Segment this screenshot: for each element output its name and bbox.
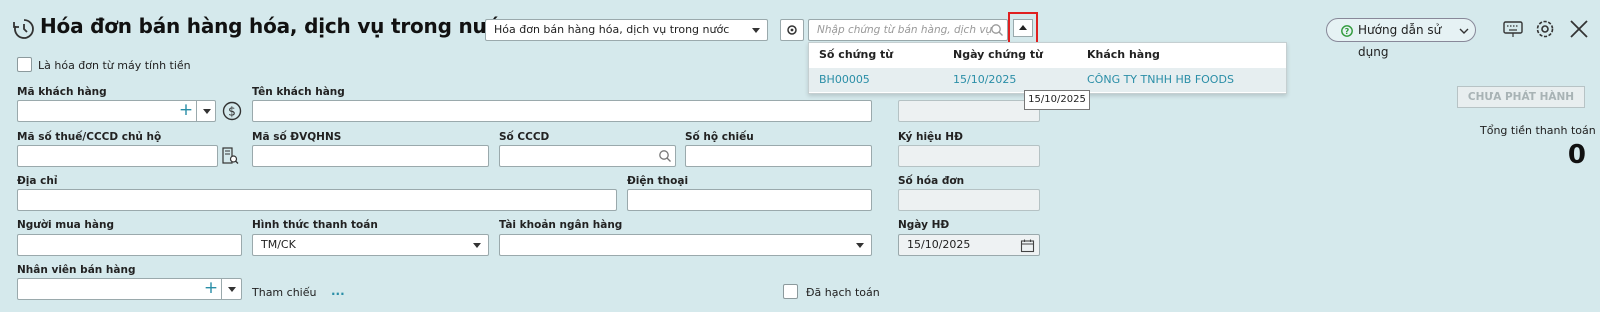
invoice-template-field bbox=[898, 100, 1040, 122]
voucher-dropdown-panel: Số chứng từ Ngày chứng từ Khách hàng BH0… bbox=[808, 42, 1287, 94]
chevron-down-icon bbox=[1459, 28, 1469, 34]
doc-date-cell: 15/10/2025 bbox=[953, 73, 1017, 86]
keyboard-icon[interactable] bbox=[1502, 19, 1524, 39]
dropdown-toggle-highlight[interactable] bbox=[1008, 12, 1038, 44]
reference-label: Tham chiếu bbox=[252, 286, 317, 299]
total-value: 0 bbox=[1567, 140, 1586, 170]
phone-label: Điện thoại bbox=[627, 175, 689, 187]
column-header-doc-no: Số chứng từ bbox=[819, 48, 894, 61]
invoice-date-label: Ngày HĐ bbox=[898, 219, 950, 231]
invoice-type-value: Hóa đơn bán hàng hóa, dịch vụ trong nước bbox=[494, 23, 730, 36]
tax-code-label: Mã số thuế/CCCD chủ hộ bbox=[17, 131, 162, 143]
search-placeholder: Nhập chứng từ bán hàng, dịch vụ bbox=[817, 24, 993, 36]
address-label: Địa chỉ bbox=[17, 175, 58, 187]
svg-text:?: ? bbox=[1345, 27, 1350, 36]
budget-code-label: Mã số ĐVQHNS bbox=[252, 131, 342, 143]
question-icon: ? bbox=[1341, 25, 1353, 37]
add-customer-icon[interactable]: + bbox=[176, 100, 196, 122]
invoice-number-label: Số hóa đơn bbox=[898, 175, 965, 187]
customer-code-label: Mã khách hàng bbox=[17, 86, 107, 98]
chevron-down-icon bbox=[752, 28, 760, 33]
bank-account-label: Tài khoản ngân hàng bbox=[499, 219, 623, 231]
history-icon[interactable] bbox=[12, 17, 36, 41]
search-settings-button[interactable] bbox=[780, 19, 804, 41]
payment-method-select[interactable]: TM/CK bbox=[252, 234, 489, 256]
caret-up-icon bbox=[1019, 25, 1027, 30]
customer-name-input[interactable] bbox=[252, 100, 872, 122]
invoice-date-value: 15/10/2025 bbox=[907, 238, 971, 251]
tax-code-input[interactable] bbox=[17, 145, 218, 167]
voucher-search-input[interactable]: Nhập chứng từ bán hàng, dịch vụ bbox=[808, 19, 1008, 41]
help-label: Hướng dẫn sử dụng bbox=[1358, 23, 1442, 59]
bank-account-select[interactable] bbox=[499, 234, 872, 256]
dollar-icon[interactable]: $ bbox=[222, 101, 242, 121]
gear-icon bbox=[787, 25, 797, 35]
search-icon[interactable] bbox=[658, 149, 672, 163]
table-row[interactable]: BH00005 15/10/2025 CÔNG TY TNHH HB FOODS bbox=[809, 68, 1286, 92]
payment-method-label: Hình thức thanh toán bbox=[252, 219, 378, 231]
invoice-symbol-field bbox=[898, 145, 1040, 167]
svg-text:$: $ bbox=[228, 105, 236, 119]
invoice-symbol-label: Ký hiệu HĐ bbox=[898, 131, 963, 143]
column-header-customer: Khách hàng bbox=[1087, 48, 1160, 61]
chevron-down-icon bbox=[856, 243, 864, 248]
tax-lookup-icon[interactable] bbox=[221, 146, 239, 166]
cash-register-label: Là hóa đơn từ máy tính tiền bbox=[38, 59, 191, 72]
page-title: Hóa đơn bán hàng hóa, dịch vụ trong nước bbox=[40, 14, 512, 38]
invoice-date-input[interactable]: 15/10/2025 bbox=[898, 234, 1040, 256]
customer-code-dropdown[interactable] bbox=[196, 100, 216, 122]
add-salesperson-icon[interactable]: + bbox=[201, 278, 221, 300]
status-badge: CHƯA PHÁT HÀNH bbox=[1457, 86, 1585, 108]
search-icon[interactable] bbox=[990, 23, 1004, 37]
budget-code-input[interactable] bbox=[252, 145, 489, 167]
id-no-label: Số CCCD bbox=[499, 131, 550, 143]
phone-input[interactable] bbox=[627, 189, 872, 211]
salesperson-dropdown[interactable] bbox=[221, 278, 242, 300]
dropdown-toggle-button[interactable] bbox=[1013, 19, 1033, 37]
calendar-icon[interactable] bbox=[1020, 238, 1035, 253]
salesperson-label: Nhân viên bán hàng bbox=[17, 264, 136, 276]
help-button[interactable]: ? Hướng dẫn sử dụng bbox=[1326, 18, 1476, 59]
passport-label: Số hộ chiếu bbox=[685, 131, 754, 143]
payment-method-value: TM/CK bbox=[261, 238, 296, 251]
chevron-down-icon bbox=[203, 109, 211, 114]
address-input[interactable] bbox=[17, 189, 617, 211]
posted-checkbox[interactable] bbox=[783, 284, 798, 299]
id-no-input[interactable] bbox=[499, 145, 676, 167]
cash-register-checkbox[interactable] bbox=[17, 57, 32, 72]
chevron-down-icon bbox=[228, 287, 236, 292]
customer-name-label: Tên khách hàng bbox=[252, 86, 345, 98]
close-icon[interactable] bbox=[1568, 18, 1590, 40]
passport-input[interactable] bbox=[685, 145, 872, 167]
doc-no-cell: BH00005 bbox=[819, 73, 870, 86]
invoice-type-select[interactable]: Hóa đơn bán hàng hóa, dịch vụ trong nước bbox=[485, 19, 768, 41]
column-header-doc-date: Ngày chứng từ bbox=[953, 48, 1043, 61]
total-label: Tổng tiền thanh toán bbox=[1480, 124, 1596, 137]
chevron-down-icon bbox=[473, 243, 481, 248]
posted-label: Đã hạch toán bbox=[806, 286, 880, 299]
reference-link[interactable]: ... bbox=[331, 284, 345, 298]
buyer-input[interactable] bbox=[17, 234, 242, 256]
settings-gear-icon[interactable] bbox=[1533, 17, 1557, 41]
customer-cell: CÔNG TY TNHH HB FOODS bbox=[1087, 73, 1234, 86]
tooltip: 15/10/2025 bbox=[1024, 90, 1090, 110]
invoice-number-field bbox=[898, 189, 1040, 211]
buyer-label: Người mua hàng bbox=[17, 219, 114, 231]
